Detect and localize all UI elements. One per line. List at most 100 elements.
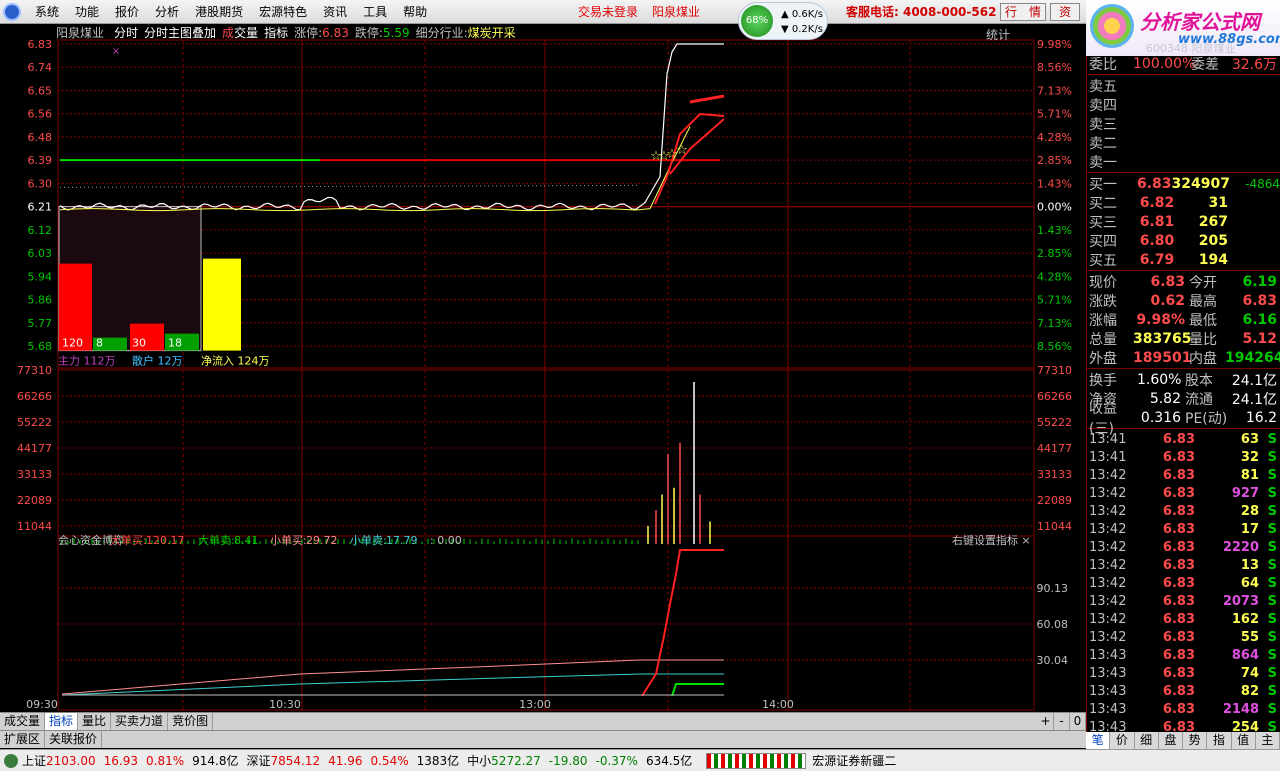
- tick-time: 13:43: [1089, 683, 1127, 699]
- sell-row[interactable]: 卖一: [1087, 152, 1280, 171]
- tab-volume-b[interactable]: 交量: [234, 25, 258, 41]
- sell-label: 卖三: [1089, 116, 1117, 133]
- extension-tab[interactable]: 关联报价: [45, 731, 103, 748]
- zoom-button[interactable]: -: [1054, 713, 1070, 730]
- buy-row[interactable]: 买四 6.80 205: [1087, 231, 1280, 250]
- tick-row: 13:43 6.83 82 S: [1087, 682, 1280, 700]
- tick-volume: 864: [1231, 647, 1259, 663]
- tick-side: S: [1267, 665, 1277, 681]
- network-percent: 68%: [741, 5, 773, 37]
- tab-volume-a[interactable]: 成: [222, 25, 234, 41]
- sell-row[interactable]: 卖三: [1087, 114, 1280, 133]
- industry-label: 细分行业:: [415, 26, 468, 40]
- fund-bar-value: 18: [168, 337, 182, 350]
- stock-notice[interactable]: 阳泉煤业: [652, 3, 700, 20]
- tick-row: 13:41 6.83 32 S: [1087, 448, 1280, 466]
- small-sell-line: [61, 673, 724, 696]
- bottom-tab[interactable]: 成交量: [0, 713, 46, 730]
- quote-tab[interactable]: 值: [1232, 732, 1256, 749]
- tab-overlay[interactable]: 分时主图叠加: [144, 25, 216, 41]
- market-breadth-bars: [706, 752, 807, 769]
- limit-up-label: 涨停:: [294, 26, 323, 40]
- quote-tab[interactable]: 价: [1110, 732, 1135, 749]
- zoom-button[interactable]: +: [1038, 713, 1054, 730]
- menu-function[interactable]: 功能: [67, 3, 107, 20]
- menu-system[interactable]: 系统: [27, 3, 67, 20]
- quote-tab[interactable]: 细: [1135, 732, 1159, 749]
- tick-side: S: [1267, 593, 1277, 609]
- bottom-tabs: 成交量 指标 量比 买卖力道 竞价图 + -0: [0, 712, 1086, 730]
- tick-price: 6.83: [1162, 503, 1195, 519]
- quote-row: 现价 6.83 今开 6.19: [1087, 272, 1280, 291]
- tick-side: S: [1267, 521, 1277, 537]
- close-icon[interactable]: ×: [1021, 534, 1030, 547]
- quote-row: 涨跌 0.62 最高 6.83: [1087, 291, 1280, 310]
- star-marker-icon: ☆: [676, 143, 688, 158]
- quote-tab[interactable]: 笔: [1086, 732, 1111, 749]
- stats-button[interactable]: 统计: [986, 26, 1010, 43]
- quote-button[interactable]: 行 情: [1000, 3, 1046, 21]
- sell-row[interactable]: 卖二: [1087, 133, 1280, 152]
- buy-label: 买五: [1089, 252, 1117, 269]
- order-ratio: 100.00%: [1133, 55, 1196, 72]
- volume-tick-label-right: 66266: [1037, 390, 1072, 403]
- quote-tab[interactable]: 主: [1256, 732, 1280, 749]
- buy-row[interactable]: 买三 6.81 267: [1087, 212, 1280, 231]
- menu-quote[interactable]: 报价: [107, 3, 147, 20]
- quote-tab[interactable]: 盘: [1159, 732, 1183, 749]
- quote-value: 9.98%: [1136, 311, 1185, 328]
- menu-tools[interactable]: 工具: [355, 3, 395, 20]
- tick-side: S: [1267, 467, 1277, 483]
- buy-row[interactable]: 买五 6.79 194: [1087, 250, 1280, 269]
- small-buy-line: [61, 659, 724, 695]
- indicator-setting-button[interactable]: 右键设置指标: [952, 533, 1018, 547]
- quote-tab[interactable]: 势: [1183, 732, 1208, 749]
- indicator-legend-text: 大单买:: [110, 533, 147, 547]
- bottom-tab[interactable]: 量比: [78, 713, 112, 730]
- info-button[interactable]: 资: [1050, 3, 1080, 21]
- tick-time: 13:42: [1089, 485, 1127, 501]
- tick-volume: 2148: [1222, 701, 1259, 717]
- bottom-tab[interactable]: 买卖力道: [111, 713, 169, 730]
- volume-tick-label: 44177: [17, 442, 52, 455]
- sh-percent: 0.81%: [146, 753, 185, 768]
- volume-tick-label: 22089: [17, 494, 52, 507]
- menu-news[interactable]: 资讯: [315, 3, 355, 20]
- sell-row[interactable]: 卖五: [1087, 76, 1280, 95]
- menu-help[interactable]: 帮助: [395, 3, 435, 20]
- fundamental-value: 1.60%: [1137, 371, 1182, 388]
- fundamental-label: 换手: [1089, 372, 1117, 389]
- quote-panel-tabs: 笔价细盘势指值主: [1086, 732, 1280, 749]
- menu-hongyuan[interactable]: 宏源特色: [251, 3, 315, 20]
- buy-price: 6.82: [1139, 194, 1175, 211]
- tick-row: 13:43 6.83 74 S: [1087, 664, 1280, 682]
- tick-row: 13:42 6.83 2073 S: [1087, 592, 1280, 610]
- bottom-tab[interactable]: 竞价图: [168, 713, 214, 730]
- volume-tick-label: 66266: [17, 390, 52, 403]
- menu-analysis[interactable]: 分析: [147, 3, 187, 20]
- buy-row[interactable]: 买二 6.82 31: [1087, 193, 1280, 212]
- buy-row[interactable]: 买一 6.83 324907 -4864: [1087, 174, 1280, 193]
- indicator-legend-text: : 0.00: [430, 534, 462, 547]
- sell-row[interactable]: 卖四: [1087, 95, 1280, 114]
- brand-code-faded: 600348 阳泉煤业: [1146, 42, 1236, 55]
- fund-bar-net: [203, 258, 241, 351]
- bottom-tab[interactable]: 指标: [45, 713, 79, 730]
- login-notice[interactable]: 交易未登录: [578, 3, 638, 20]
- menu-hk-futures[interactable]: 港股期货: [187, 3, 251, 20]
- tab-intraday[interactable]: 分时: [114, 25, 138, 41]
- quote-tab[interactable]: 指: [1207, 732, 1232, 749]
- percent-tick-label: 1.43%: [1037, 177, 1072, 190]
- network-gauge[interactable]: 68% ▲ 0.6K/s ▼ 0.2K/s: [738, 2, 828, 40]
- tick-list[interactable]: 13:41 6.83 63 S 13:41 6.83 32 S 13:42 6.83 81 S 13:4…: [1087, 430, 1280, 736]
- chart-area[interactable]: 120 8 30 18主力 112万 散户 12万 净流入 124万 ☆☆☆☆× 会心资金…: [0, 24, 1086, 712]
- price-tick-label: 6.12: [28, 224, 53, 237]
- extension-tab[interactable]: 扩展区: [0, 731, 46, 748]
- brand-banner: 分析家公式网 www.88gs.com 600348 阳泉煤业: [1086, 0, 1280, 56]
- zoom-button[interactable]: 0: [1070, 713, 1086, 730]
- volume-tick-label-right: 77310: [1037, 364, 1072, 377]
- zx-change: -19.80: [548, 753, 588, 768]
- tab-indicator[interactable]: 指标: [264, 25, 288, 41]
- buy-price: 6.81: [1139, 213, 1175, 230]
- app-logo-icon[interactable]: [3, 2, 21, 21]
